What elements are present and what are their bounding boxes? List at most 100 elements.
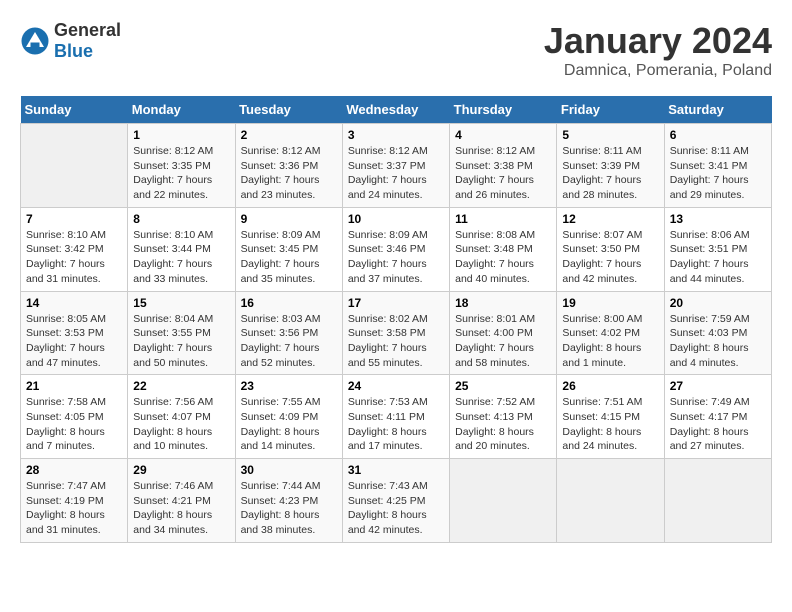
calendar-cell: 3Sunrise: 8:12 AMSunset: 3:37 PMDaylight… <box>342 124 449 208</box>
day-info: Sunrise: 8:12 AMSunset: 3:36 PMDaylight:… <box>241 144 337 203</box>
calendar-cell: 19 Sunrise: 8:00 AMSunset: 4:02 PMDayligh… <box>557 291 664 375</box>
calendar-cell <box>450 459 557 543</box>
day-info: Sunrise: 8:12 AMSunset: 3:38 PMDaylight:… <box>455 144 551 203</box>
logo-icon <box>20 26 50 56</box>
calendar-table: SundayMondayTuesdayWednesdayThursdayFrid… <box>20 96 772 543</box>
day-info: Sunrise: 7:55 AMSunset: 4:09 PMDaylight:… <box>241 395 337 454</box>
weekday-header-saturday: Saturday <box>664 96 771 124</box>
day-info: Sunrise: 8:11 AMSunset: 3:39 PMDaylight:… <box>562 144 658 203</box>
day-number: 7 <box>26 212 122 226</box>
calendar-cell: 16 Sunrise: 8:03 AMSunset: 3:56 PMDayligh… <box>235 291 342 375</box>
calendar-cell: 15 Sunrise: 8:04 AMSunset: 3:55 PMDayligh… <box>128 291 235 375</box>
day-number: 6 <box>670 128 766 142</box>
day-info: Sunrise: 8:03 AMSunset: 3:56 PMDaylight:… <box>241 312 337 371</box>
day-info: Sunrise: 8:11 AMSunset: 3:41 PMDaylight:… <box>670 144 766 203</box>
day-number: 10 <box>348 212 444 226</box>
calendar-cell: 7 Sunrise: 8:10 AMSunset: 3:42 PMDaylight… <box>21 207 128 291</box>
calendar-cell: 26 Sunrise: 7:51 AMSunset: 4:15 PMDayligh… <box>557 375 664 459</box>
logo-blue-text: Blue <box>54 41 93 61</box>
calendar-cell: 31Sunrise: 7:43 AMSunset: 4:25 PMDayligh… <box>342 459 449 543</box>
day-info: Sunrise: 8:00 AMSunset: 4:02 PMDaylight:… <box>562 312 658 371</box>
calendar-cell: 12 Sunrise: 8:07 AMSunset: 3:50 PMDayligh… <box>557 207 664 291</box>
calendar-title: January 2024 <box>544 20 772 62</box>
day-info: Sunrise: 8:09 AMSunset: 3:45 PMDaylight:… <box>241 228 337 287</box>
week-row-5: 28 Sunrise: 7:47 AMSunset: 4:19 PMDayligh… <box>21 459 772 543</box>
day-number: 17 <box>348 296 444 310</box>
day-info: Sunrise: 8:10 AMSunset: 3:42 PMDaylight:… <box>26 228 122 287</box>
day-info: Sunrise: 8:04 AMSunset: 3:55 PMDaylight:… <box>133 312 229 371</box>
weekday-header-tuesday: Tuesday <box>235 96 342 124</box>
day-number: 1 <box>133 128 229 142</box>
day-info: Sunrise: 8:12 AMSunset: 3:37 PMDaylight:… <box>348 144 444 203</box>
week-row-2: 7 Sunrise: 8:10 AMSunset: 3:42 PMDaylight… <box>21 207 772 291</box>
day-number: 2 <box>241 128 337 142</box>
day-number: 28 <box>26 463 122 477</box>
day-number: 4 <box>455 128 551 142</box>
day-number: 9 <box>241 212 337 226</box>
day-number: 26 <box>562 379 658 393</box>
day-number: 19 <box>562 296 658 310</box>
day-number: 21 <box>26 379 122 393</box>
calendar-cell: 18Sunrise: 8:01 AMSunset: 4:00 PMDayligh… <box>450 291 557 375</box>
day-info: Sunrise: 8:08 AMSunset: 3:48 PMDaylight:… <box>455 228 551 287</box>
calendar-cell: 24Sunrise: 7:53 AMSunset: 4:11 PMDayligh… <box>342 375 449 459</box>
calendar-cell: 17 Sunrise: 8:02 AMSunset: 3:58 PMDayligh… <box>342 291 449 375</box>
calendar-cell: 13 Sunrise: 8:06 AMSunset: 3:51 PMDayligh… <box>664 207 771 291</box>
day-number: 27 <box>670 379 766 393</box>
weekday-header-friday: Friday <box>557 96 664 124</box>
calendar-cell: 30 Sunrise: 7:44 AMSunset: 4:23 PMDayligh… <box>235 459 342 543</box>
week-row-4: 21 Sunrise: 7:58 AMSunset: 4:05 PMDayligh… <box>21 375 772 459</box>
day-number: 15 <box>133 296 229 310</box>
calendar-cell: 21 Sunrise: 7:58 AMSunset: 4:05 PMDayligh… <box>21 375 128 459</box>
day-info: Sunrise: 8:06 AMSunset: 3:51 PMDaylight:… <box>670 228 766 287</box>
title-block: January 2024 Damnica, Pomerania, Poland <box>544 20 772 80</box>
day-info: Sunrise: 7:53 AMSunset: 4:11 PMDaylight:… <box>348 395 444 454</box>
day-info: Sunrise: 8:10 AMSunset: 3:44 PMDaylight:… <box>133 228 229 287</box>
day-info: Sunrise: 8:02 AMSunset: 3:58 PMDaylight:… <box>348 312 444 371</box>
calendar-cell: 23Sunrise: 7:55 AMSunset: 4:09 PMDayligh… <box>235 375 342 459</box>
day-number: 16 <box>241 296 337 310</box>
day-number: 11 <box>455 212 551 226</box>
day-info: Sunrise: 7:46 AMSunset: 4:21 PMDaylight:… <box>133 479 229 538</box>
day-number: 30 <box>241 463 337 477</box>
day-info: Sunrise: 8:09 AMSunset: 3:46 PMDaylight:… <box>348 228 444 287</box>
day-number: 18 <box>455 296 551 310</box>
day-number: 8 <box>133 212 229 226</box>
day-number: 20 <box>670 296 766 310</box>
day-info: Sunrise: 8:07 AMSunset: 3:50 PMDaylight:… <box>562 228 658 287</box>
calendar-cell: 2 Sunrise: 8:12 AMSunset: 3:36 PMDaylight… <box>235 124 342 208</box>
day-info: Sunrise: 8:12 AMSunset: 3:35 PMDaylight:… <box>133 144 229 203</box>
day-info: Sunrise: 7:59 AMSunset: 4:03 PMDaylight:… <box>670 312 766 371</box>
calendar-cell: 25Sunrise: 7:52 AMSunset: 4:13 PMDayligh… <box>450 375 557 459</box>
calendar-cell: 14Sunrise: 8:05 AMSunset: 3:53 PMDayligh… <box>21 291 128 375</box>
weekday-header-wednesday: Wednesday <box>342 96 449 124</box>
calendar-cell: 27 Sunrise: 7:49 AMSunset: 4:17 PMDayligh… <box>664 375 771 459</box>
day-info: Sunrise: 7:49 AMSunset: 4:17 PMDaylight:… <box>670 395 766 454</box>
calendar-cell: 4 Sunrise: 8:12 AMSunset: 3:38 PMDaylight… <box>450 124 557 208</box>
day-info: Sunrise: 8:05 AMSunset: 3:53 PMDaylight:… <box>26 312 122 371</box>
day-info: Sunrise: 7:58 AMSunset: 4:05 PMDaylight:… <box>26 395 122 454</box>
calendar-cell: 11 Sunrise: 8:08 AMSunset: 3:48 PMDayligh… <box>450 207 557 291</box>
day-info: Sunrise: 7:51 AMSunset: 4:15 PMDaylight:… <box>562 395 658 454</box>
calendar-cell <box>557 459 664 543</box>
day-number: 22 <box>133 379 229 393</box>
day-number: 13 <box>670 212 766 226</box>
logo: General Blue <box>20 20 121 62</box>
calendar-cell: 10 Sunrise: 8:09 AMSunset: 3:46 PMDayligh… <box>342 207 449 291</box>
day-info: Sunrise: 7:44 AMSunset: 4:23 PMDaylight:… <box>241 479 337 538</box>
day-number: 12 <box>562 212 658 226</box>
calendar-cell <box>21 124 128 208</box>
logo-general-text: General <box>54 20 121 40</box>
page-header: General Blue January 2024 Damnica, Pomer… <box>20 20 772 80</box>
day-info: Sunrise: 7:43 AMSunset: 4:25 PMDaylight:… <box>348 479 444 538</box>
calendar-cell: 29 Sunrise: 7:46 AMSunset: 4:21 PMDayligh… <box>128 459 235 543</box>
weekday-header-thursday: Thursday <box>450 96 557 124</box>
day-number: 29 <box>133 463 229 477</box>
weekday-header-sunday: Sunday <box>21 96 128 124</box>
calendar-cell: 8 Sunrise: 8:10 AMSunset: 3:44 PMDaylight… <box>128 207 235 291</box>
calendar-cell: 1 Sunrise: 8:12 AMSunset: 3:35 PMDaylight… <box>128 124 235 208</box>
calendar-cell: 22Sunrise: 7:56 AMSunset: 4:07 PMDayligh… <box>128 375 235 459</box>
calendar-subtitle: Damnica, Pomerania, Poland <box>544 62 772 80</box>
calendar-cell: 28 Sunrise: 7:47 AMSunset: 4:19 PMDayligh… <box>21 459 128 543</box>
day-info: Sunrise: 7:47 AMSunset: 4:19 PMDaylight:… <box>26 479 122 538</box>
